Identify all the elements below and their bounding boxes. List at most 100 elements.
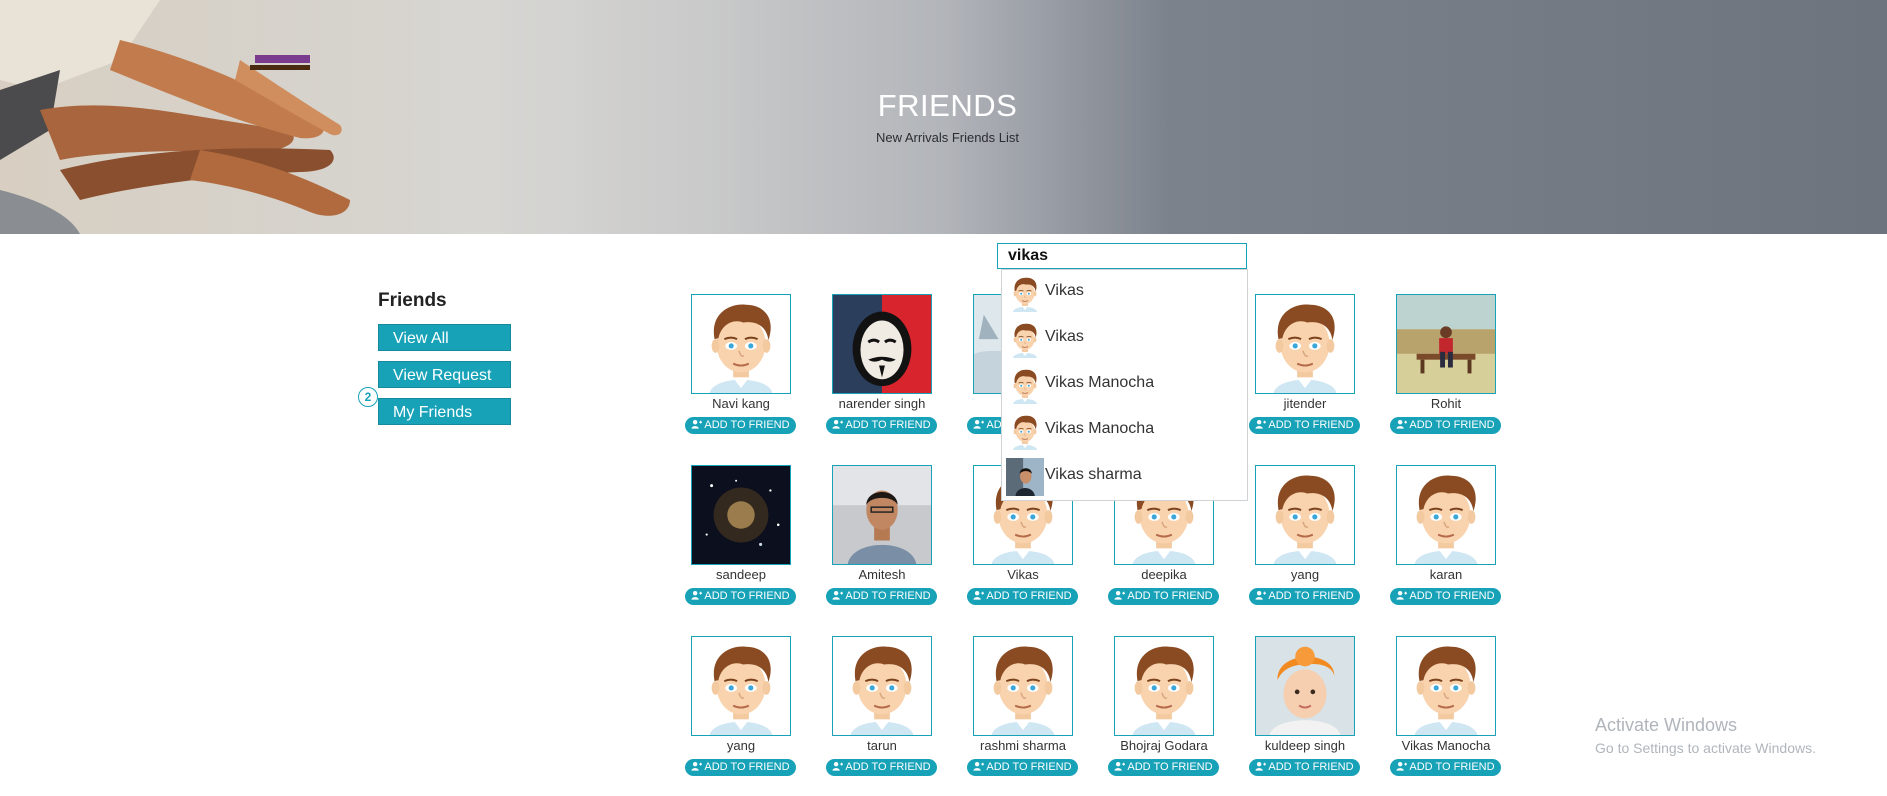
friend-name[interactable]: Vikas Manocha: [1376, 738, 1516, 753]
add-to-friend-label: ADD TO FRIEND: [1409, 419, 1495, 431]
add-user-icon: [832, 590, 844, 600]
friend-avatar[interactable]: [832, 294, 932, 394]
friend-avatar[interactable]: [1255, 294, 1355, 394]
add-user-icon: [1255, 590, 1267, 600]
friend-name[interactable]: Rohit: [1376, 396, 1516, 411]
suggestion-item[interactable]: Vikas sharma: [1002, 454, 1247, 500]
add-to-friend-label: ADD TO FRIEND: [845, 761, 931, 773]
add-to-friend-button[interactable]: ADD TO FRIEND: [1390, 417, 1501, 434]
friend-avatar[interactable]: [832, 636, 932, 736]
add-to-friend-button[interactable]: ADD TO FRIEND: [1249, 759, 1360, 776]
friend-avatar[interactable]: [691, 465, 791, 565]
suggestion-item[interactable]: Vikas Manocha: [1002, 408, 1247, 454]
add-user-icon: [691, 590, 703, 600]
suggestion-avatar: [1006, 320, 1044, 358]
sidebar-heading: Friends: [378, 290, 447, 311]
friend-avatar[interactable]: [1255, 636, 1355, 736]
add-to-friend-button[interactable]: ADD TO FRIEND: [1108, 588, 1219, 605]
friend-name[interactable]: deepika: [1094, 567, 1234, 582]
add-to-friend-label: ADD TO FRIEND: [986, 761, 1072, 773]
add-to-friend-button[interactable]: ADD TO FRIEND: [1390, 588, 1501, 605]
friend-name[interactable]: yang: [1235, 567, 1375, 582]
friend-avatar[interactable]: [1255, 465, 1355, 565]
friend-avatar[interactable]: [691, 294, 791, 394]
friend-name[interactable]: tarun: [812, 738, 952, 753]
add-to-friend-label: ADD TO FRIEND: [1127, 590, 1213, 602]
add-user-icon: [973, 590, 985, 600]
suggestion-avatar: [1006, 412, 1044, 450]
friend-name[interactable]: Vikas: [953, 567, 1093, 582]
view-request-button[interactable]: View Request: [378, 361, 511, 388]
request-count-badge: 2: [358, 387, 378, 407]
suggestion-item[interactable]: Vikas Manocha: [1002, 362, 1247, 408]
add-to-friend-button[interactable]: ADD TO FRIEND: [826, 417, 937, 434]
add-to-friend-label: ADD TO FRIEND: [1268, 761, 1354, 773]
suggestion-avatar: [1006, 366, 1044, 404]
add-user-icon: [691, 419, 703, 429]
hero-banner: FRIENDS New Arrivals Friends List: [0, 0, 1887, 234]
friend-name[interactable]: Navi kang: [671, 396, 811, 411]
friend-name[interactable]: narender singh: [812, 396, 952, 411]
suggestion-label: Vikas sharma: [1045, 466, 1142, 483]
add-to-friend-label: ADD TO FRIEND: [1268, 419, 1354, 431]
add-user-icon: [1255, 761, 1267, 771]
friend-name[interactable]: Amitesh: [812, 567, 952, 582]
windows-activation-title: Activate Windows: [1595, 715, 1738, 735]
add-to-friend-label: ADD TO FRIEND: [1409, 761, 1495, 773]
friend-avatar[interactable]: [1114, 636, 1214, 736]
add-to-friend-button[interactable]: ADD TO FRIEND: [1390, 759, 1501, 776]
search-input[interactable]: [997, 243, 1247, 269]
add-user-icon: [973, 419, 985, 429]
friend-name[interactable]: rashmi sharma: [953, 738, 1093, 753]
add-to-friend-label: ADD TO FRIEND: [986, 590, 1072, 602]
suggestion-item[interactable]: Vikas: [1002, 270, 1247, 316]
add-to-friend-button[interactable]: ADD TO FRIEND: [1249, 588, 1360, 605]
page-title: FRIENDS: [877, 88, 1018, 123]
add-user-icon: [832, 419, 844, 429]
suggestion-item[interactable]: Vikas: [1002, 316, 1247, 362]
add-to-friend-button[interactable]: ADD TO FRIEND: [1249, 417, 1360, 434]
suggestion-label: Vikas: [1045, 328, 1084, 345]
friend-name[interactable]: karan: [1376, 567, 1516, 582]
add-to-friend-label: ADD TO FRIEND: [1268, 590, 1354, 602]
page-subtitle: New Arrivals Friends List: [875, 130, 1020, 145]
add-user-icon: [973, 761, 985, 771]
add-to-friend-label: ADD TO FRIEND: [1127, 761, 1213, 773]
my-friends-button[interactable]: My Friends: [378, 398, 511, 425]
add-to-friend-button[interactable]: ADD TO FRIEND: [685, 588, 796, 605]
friend-name[interactable]: kuldeep singh: [1235, 738, 1375, 753]
friend-avatar[interactable]: [1396, 294, 1496, 394]
add-user-icon: [1396, 761, 1408, 771]
add-user-icon: [1255, 419, 1267, 429]
add-to-friend-button[interactable]: ADD TO FRIEND: [826, 759, 937, 776]
add-to-friend-label: ADD TO FRIEND: [704, 590, 790, 602]
add-to-friend-label: ADD TO FRIEND: [845, 419, 931, 431]
friend-avatar[interactable]: [691, 636, 791, 736]
search-suggestions: Vikas Vikas Vikas Manocha Vikas Manocha …: [1001, 269, 1248, 501]
add-to-friend-label: ADD TO FRIEND: [1409, 590, 1495, 602]
add-to-friend-label: ADD TO FRIEND: [704, 419, 790, 431]
suggestion-label: Vikas Manocha: [1045, 420, 1155, 437]
add-user-icon: [1396, 590, 1408, 600]
friend-name[interactable]: sandeep: [671, 567, 811, 582]
add-to-friend-button[interactable]: ADD TO FRIEND: [1108, 759, 1219, 776]
friend-avatar[interactable]: [1396, 636, 1496, 736]
suggestion-avatar: [1006, 274, 1044, 312]
add-user-icon: [1114, 761, 1126, 771]
add-to-friend-button[interactable]: ADD TO FRIEND: [967, 759, 1078, 776]
friend-avatar[interactable]: [973, 636, 1073, 736]
friend-name[interactable]: Bhojraj Godara: [1094, 738, 1234, 753]
add-to-friend-button[interactable]: ADD TO FRIEND: [967, 588, 1078, 605]
add-to-friend-label: ADD TO FRIEND: [704, 761, 790, 773]
add-to-friend-button[interactable]: ADD TO FRIEND: [826, 588, 937, 605]
add-to-friend-button[interactable]: ADD TO FRIEND: [685, 417, 796, 434]
add-to-friend-button[interactable]: ADD TO FRIEND: [685, 759, 796, 776]
friend-avatar[interactable]: [832, 465, 932, 565]
friend-name[interactable]: yang: [671, 738, 811, 753]
view-all-button[interactable]: View All: [378, 324, 511, 351]
friend-name[interactable]: jitender: [1235, 396, 1375, 411]
suggestion-avatar: [1006, 458, 1044, 496]
friend-avatar[interactable]: [1396, 465, 1496, 565]
add-user-icon: [832, 761, 844, 771]
add-to-friend-label: ADD TO FRIEND: [845, 590, 931, 602]
